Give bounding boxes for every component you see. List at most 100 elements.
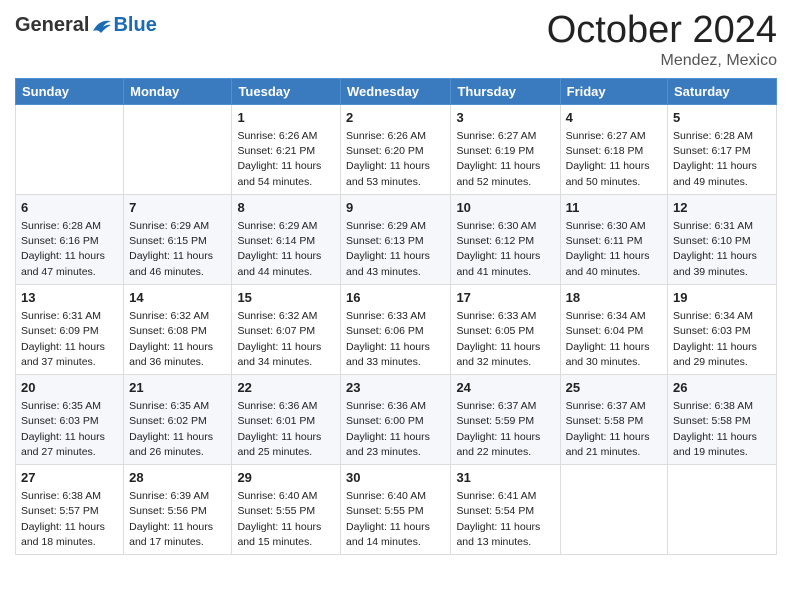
calendar-cell: 20Sunrise: 6:35 AMSunset: 6:03 PMDayligh… [16,374,124,464]
logo-bird-icon [91,17,113,35]
day-info: Sunrise: 6:40 AMSunset: 5:55 PMDaylight:… [346,489,445,550]
day-number: 20 [21,379,118,397]
day-number: 3 [456,109,554,127]
calendar-cell: 13 Sunrise: 6:31 AMSunset: 6:09 PMDayligh… [16,284,124,374]
calendar-cell: 7Sunrise: 6:29 AMSunset: 6:15 PMDaylight… [124,194,232,284]
day-info: Sunrise: 6:26 AMSunset: 6:21 PMDaylight:… [237,129,335,190]
day-info: Sunrise: 6:27 AMSunset: 6:18 PMDaylight:… [566,129,662,190]
day-info: Sunrise: 6:38 AMSunset: 5:58 PMDaylight:… [673,399,771,460]
day-info: Sunrise: 6:30 AMSunset: 6:12 PMDaylight:… [456,219,554,280]
calendar-cell: 24 Sunrise: 6:37 AMSunset: 5:59 PMDayligh… [451,374,560,464]
day-info: Sunrise: 6:38 AMSunset: 5:57 PMDaylight:… [21,489,118,550]
day-number: 30 [346,469,445,487]
day-info: Sunrise: 6:37 AMSunset: 5:58 PMDaylight:… [566,399,662,460]
day-number: 15 [237,289,335,307]
logo: General Blue [15,14,157,37]
day-number: 19 [673,289,771,307]
day-number: 21 [129,379,226,397]
calendar-cell: 27 Sunrise: 6:38 AMSunset: 5:57 PMDayligh… [16,465,124,555]
day-info: Sunrise: 6:39 AMSunset: 5:56 PMDaylight:… [129,489,226,550]
calendar-week-row: 1 Sunrise: 6:26 AMSunset: 6:21 PMDaylight… [16,104,777,194]
calendar-cell: 6 Sunrise: 6:28 AMSunset: 6:16 PMDaylight… [16,194,124,284]
day-number: 22 [237,379,335,397]
calendar-cell: 19 Sunrise: 6:34 AMSunset: 6:03 PMDayligh… [668,284,777,374]
day-number: 26 [673,379,771,397]
weekday-header-monday: Monday [124,78,232,104]
calendar-cell: 29Sunrise: 6:40 AMSunset: 5:55 PMDayligh… [232,465,341,555]
day-number: 12 [673,199,771,217]
logo-text: General Blue [15,14,157,37]
day-info: Sunrise: 6:41 AMSunset: 5:54 PMDaylight:… [456,489,554,550]
day-number: 1 [237,109,335,127]
day-info: Sunrise: 6:35 AMSunset: 6:02 PMDaylight:… [129,399,226,460]
day-number: 10 [456,199,554,217]
calendar-cell: 17Sunrise: 6:33 AMSunset: 6:05 PMDayligh… [451,284,560,374]
day-info: Sunrise: 6:33 AMSunset: 6:05 PMDaylight:… [456,309,554,370]
day-info: Sunrise: 6:36 AMSunset: 6:00 PMDaylight:… [346,399,445,460]
day-number: 5 [673,109,771,127]
day-number: 8 [237,199,335,217]
calendar-cell: 15 Sunrise: 6:32 AMSunset: 6:07 PMDayligh… [232,284,341,374]
calendar-week-row: 13 Sunrise: 6:31 AMSunset: 6:09 PMDayligh… [16,284,777,374]
day-info: Sunrise: 6:33 AMSunset: 6:06 PMDaylight:… [346,309,445,370]
day-info: Sunrise: 6:27 AMSunset: 6:19 PMDaylight:… [456,129,554,190]
calendar-cell [16,104,124,194]
day-number: 13 [21,289,118,307]
weekday-header-row: SundayMondayTuesdayWednesdayThursdayFrid… [16,78,777,104]
day-number: 23 [346,379,445,397]
day-number: 14 [129,289,226,307]
calendar-cell: 8 Sunrise: 6:29 AMSunset: 6:14 PMDaylight… [232,194,341,284]
calendar-page: General Blue October 2024 Mendez, Mexico… [0,0,792,612]
calendar-cell: 30 Sunrise: 6:40 AMSunset: 5:55 PMDayligh… [341,465,451,555]
day-info: Sunrise: 6:34 AMSunset: 6:03 PMDaylight:… [673,309,771,370]
weekday-header-thursday: Thursday [451,78,560,104]
calendar-cell: 18 Sunrise: 6:34 AMSunset: 6:04 PMDayligh… [560,284,667,374]
calendar-cell: 3 Sunrise: 6:27 AMSunset: 6:19 PMDaylight… [451,104,560,194]
day-number: 4 [566,109,662,127]
day-info: Sunrise: 6:31 AMSunset: 6:09 PMDaylight:… [21,309,118,370]
day-info: Sunrise: 6:29 AMSunset: 6:15 PMDaylight:… [129,219,226,280]
day-number: 16 [346,289,445,307]
day-info: Sunrise: 6:31 AMSunset: 6:10 PMDaylight:… [673,219,771,280]
weekday-header-friday: Friday [560,78,667,104]
calendar-week-row: 20Sunrise: 6:35 AMSunset: 6:03 PMDayligh… [16,374,777,464]
day-number: 27 [21,469,118,487]
month-title: October 2024 [547,10,777,52]
calendar-cell: 10 Sunrise: 6:30 AMSunset: 6:12 PMDayligh… [451,194,560,284]
calendar-cell: 5 Sunrise: 6:28 AMSunset: 6:17 PMDaylight… [668,104,777,194]
day-info: Sunrise: 6:32 AMSunset: 6:08 PMDaylight:… [129,309,226,370]
weekday-header-saturday: Saturday [668,78,777,104]
day-info: Sunrise: 6:32 AMSunset: 6:07 PMDaylight:… [237,309,335,370]
day-number: 31 [456,469,554,487]
weekday-header-tuesday: Tuesday [232,78,341,104]
calendar-cell [124,104,232,194]
logo-general: General [15,14,89,37]
day-info: Sunrise: 6:29 AMSunset: 6:14 PMDaylight:… [237,219,335,280]
calendar-cell: 9Sunrise: 6:29 AMSunset: 6:13 PMDaylight… [341,194,451,284]
calendar-cell: 4 Sunrise: 6:27 AMSunset: 6:18 PMDaylight… [560,104,667,194]
calendar-week-row: 27 Sunrise: 6:38 AMSunset: 5:57 PMDayligh… [16,465,777,555]
day-number: 9 [346,199,445,217]
calendar-cell: 26 Sunrise: 6:38 AMSunset: 5:58 PMDayligh… [668,374,777,464]
calendar-cell: 14 Sunrise: 6:32 AMSunset: 6:08 PMDayligh… [124,284,232,374]
day-info: Sunrise: 6:34 AMSunset: 6:04 PMDaylight:… [566,309,662,370]
calendar-cell: 2Sunrise: 6:26 AMSunset: 6:20 PMDaylight… [341,104,451,194]
calendar-cell: 28Sunrise: 6:39 AMSunset: 5:56 PMDayligh… [124,465,232,555]
day-number: 18 [566,289,662,307]
calendar-cell: 23 Sunrise: 6:36 AMSunset: 6:00 PMDayligh… [341,374,451,464]
day-number: 6 [21,199,118,217]
weekday-header-wednesday: Wednesday [341,78,451,104]
calendar-table: SundayMondayTuesdayWednesdayThursdayFrid… [15,78,777,555]
logo-blue: Blue [113,14,156,37]
day-info: Sunrise: 6:30 AMSunset: 6:11 PMDaylight:… [566,219,662,280]
day-info: Sunrise: 6:28 AMSunset: 6:16 PMDaylight:… [21,219,118,280]
day-number: 2 [346,109,445,127]
day-number: 24 [456,379,554,397]
day-number: 29 [237,469,335,487]
calendar-cell: 31 Sunrise: 6:41 AMSunset: 5:54 PMDayligh… [451,465,560,555]
day-info: Sunrise: 6:36 AMSunset: 6:01 PMDaylight:… [237,399,335,460]
calendar-cell: 16 Sunrise: 6:33 AMSunset: 6:06 PMDayligh… [341,284,451,374]
day-info: Sunrise: 6:37 AMSunset: 5:59 PMDaylight:… [456,399,554,460]
day-info: Sunrise: 6:28 AMSunset: 6:17 PMDaylight:… [673,129,771,190]
calendar-cell: 12 Sunrise: 6:31 AMSunset: 6:10 PMDayligh… [668,194,777,284]
